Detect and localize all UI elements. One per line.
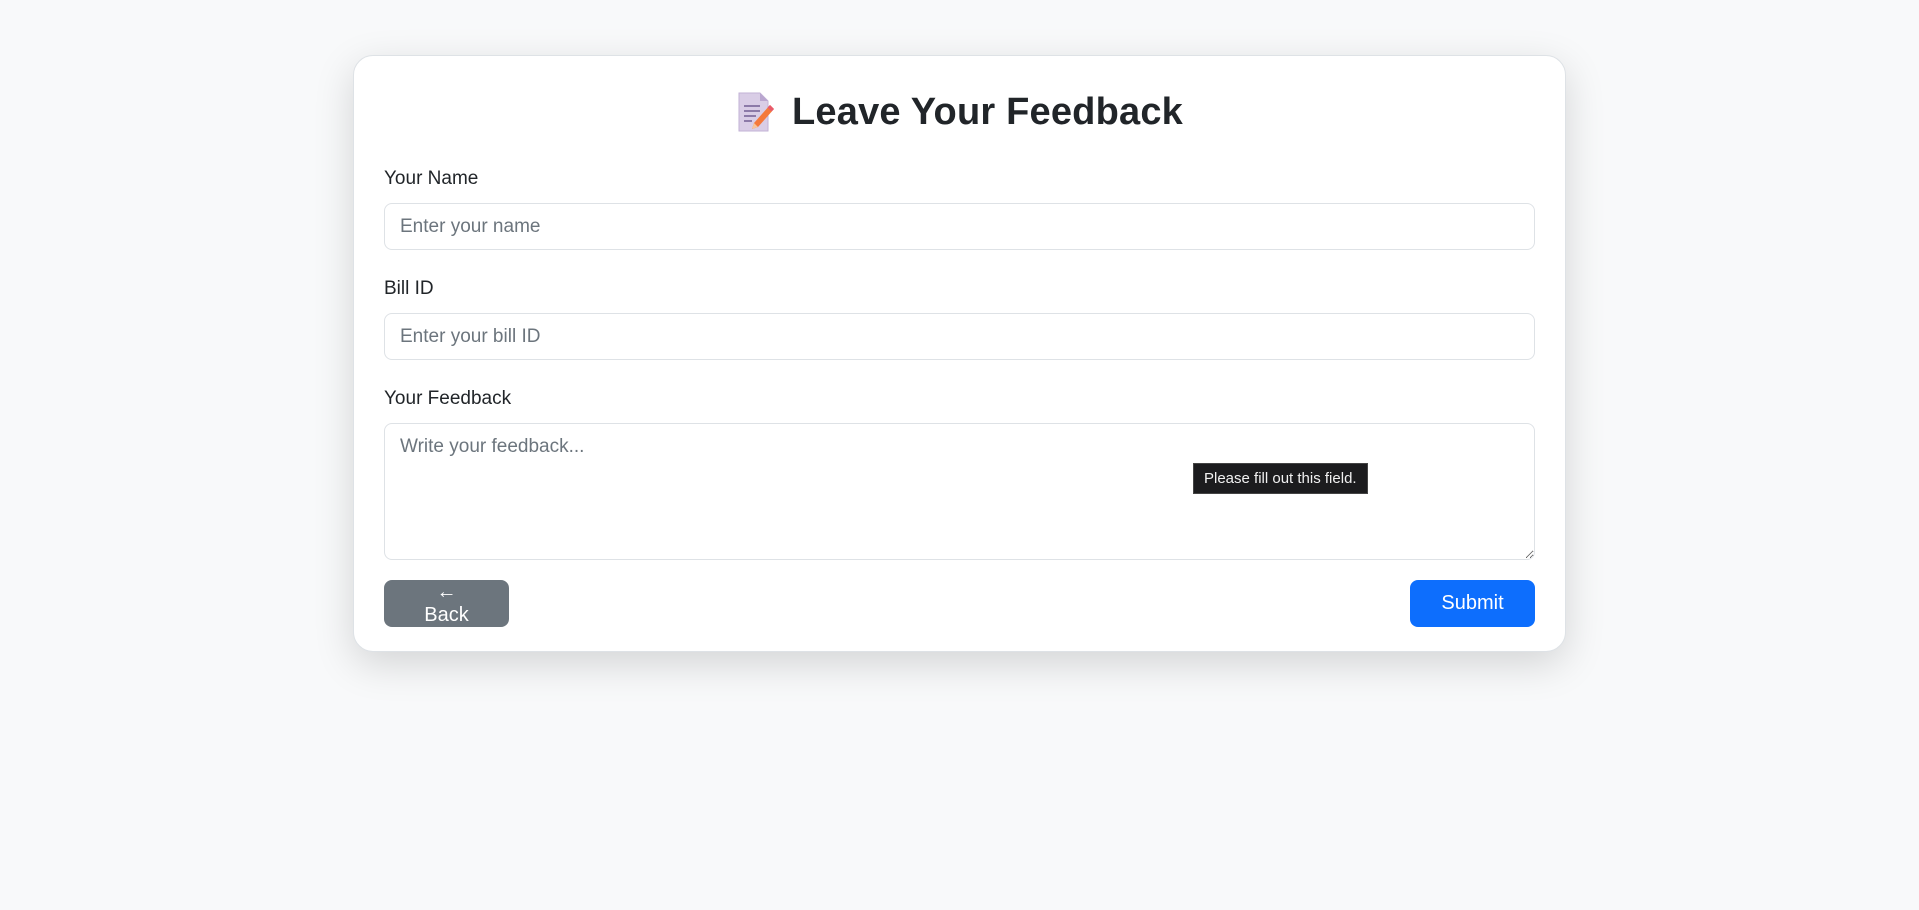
feedback-card: Leave Your Feedback Your Name Bill ID Yo… bbox=[353, 55, 1566, 652]
page-title: Leave Your Feedback bbox=[791, 90, 1184, 133]
submit-button[interactable]: Submit bbox=[1410, 580, 1535, 627]
feedback-field-wrapper: Please fill out this field. bbox=[384, 423, 1535, 560]
feedback-label: Your Feedback bbox=[384, 388, 512, 409]
bill-id-label: Bill ID bbox=[384, 278, 434, 299]
back-button[interactable]: ← Back bbox=[384, 580, 509, 627]
validation-tooltip: Please fill out this field. bbox=[1193, 463, 1368, 494]
name-input[interactable] bbox=[384, 203, 1535, 250]
form-actions: ← Back Submit bbox=[384, 580, 1535, 627]
memo-icon bbox=[736, 91, 774, 133]
bill-id-input[interactable] bbox=[384, 313, 1535, 360]
page-header: Leave Your Feedback bbox=[384, 90, 1535, 134]
name-label: Your Name bbox=[384, 168, 479, 189]
